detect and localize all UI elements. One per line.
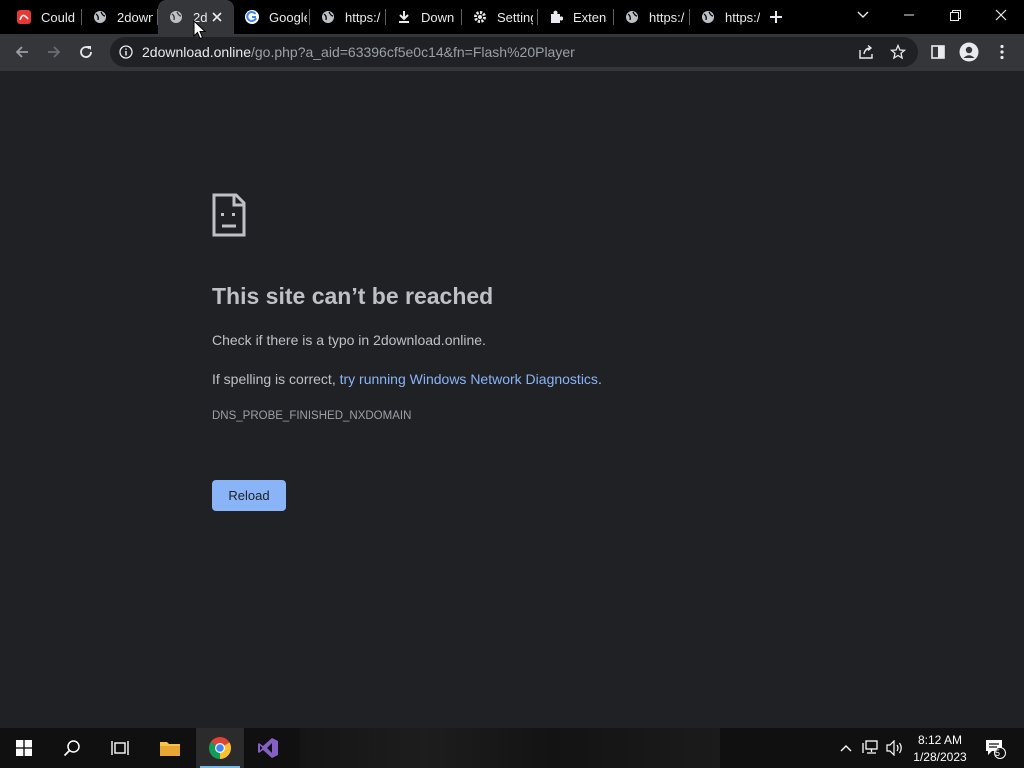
tab-label: https:/ bbox=[649, 9, 685, 25]
arrow-right-icon bbox=[48, 46, 61, 58]
tab-label: https:/ bbox=[725, 9, 760, 25]
tab-extensions[interactable]: Extens bbox=[538, 0, 614, 34]
tab-label: 2down bbox=[117, 9, 153, 25]
bookmark-star-icon[interactable] bbox=[888, 42, 908, 62]
tab-settings[interactable]: Setting bbox=[462, 0, 538, 34]
browser-toolbar: 2download.online/go.php?a_aid=63396cf5e0… bbox=[0, 34, 1024, 71]
visual-studio-button[interactable] bbox=[244, 728, 292, 768]
chevron-up-icon bbox=[840, 745, 852, 752]
folder-icon bbox=[160, 742, 180, 756]
tab-label: Downl bbox=[421, 9, 455, 25]
plus-icon bbox=[770, 11, 782, 23]
tab-google[interactable]: Google bbox=[234, 0, 310, 34]
hint-suffix: . bbox=[597, 371, 602, 387]
tab-label: Google bbox=[269, 9, 307, 25]
taskbar-app-area bbox=[300, 728, 720, 768]
download-icon bbox=[396, 9, 412, 25]
chrome-taskbar-button[interactable] bbox=[196, 728, 244, 768]
tab-strip: Couldn 2down 2d Google https:/ Downl bbox=[0, 0, 1024, 34]
clock-date: 1/28/2023 bbox=[913, 749, 967, 764]
file-explorer-button[interactable] bbox=[146, 728, 194, 768]
restore-button[interactable] bbox=[932, 0, 978, 30]
network-icon bbox=[862, 740, 878, 754]
kebab-menu-icon bbox=[1000, 44, 1004, 60]
task-view-button[interactable] bbox=[96, 728, 144, 768]
minimize-button[interactable] bbox=[886, 0, 932, 30]
hint-prefix: If spelling is correct, bbox=[212, 371, 340, 387]
tab-couldnt[interactable]: Couldn bbox=[6, 0, 82, 34]
url-path: /go.php?a_aid=63396cf5e0c14&fn=Flash%20P… bbox=[250, 44, 575, 60]
task-view-icon bbox=[111, 741, 129, 755]
search-button[interactable] bbox=[48, 728, 96, 768]
puzzle-icon bbox=[548, 9, 564, 25]
chevron-down-icon bbox=[857, 11, 869, 18]
windows-logo-icon bbox=[16, 740, 32, 756]
google-icon bbox=[244, 9, 260, 25]
minimize-icon bbox=[904, 14, 914, 16]
error-title: This site can’t be reached bbox=[212, 283, 494, 309]
error-typo-hint: Check if there is a typo in 2download.on… bbox=[212, 332, 486, 348]
network-button[interactable] bbox=[860, 728, 882, 768]
error-code: DNS_PROBE_FINISHED_NXDOMAIN bbox=[212, 410, 412, 422]
url-text: 2download.online/go.php?a_aid=63396cf5e0… bbox=[142, 44, 575, 60]
notification-count: 5 bbox=[995, 748, 1001, 758]
tab-label: Couldn bbox=[41, 9, 75, 25]
restore-icon bbox=[949, 9, 961, 21]
tab-downloads[interactable]: Downl bbox=[386, 0, 462, 34]
reload-toolbar-button[interactable] bbox=[72, 38, 100, 66]
globe-icon bbox=[700, 9, 716, 25]
show-hidden-icons-button[interactable] bbox=[836, 728, 856, 768]
tab-label: https:/ bbox=[345, 9, 381, 25]
pdf-icon bbox=[16, 9, 32, 25]
tab-https-1[interactable]: https:/ bbox=[310, 0, 386, 34]
action-center-button[interactable]: 5 bbox=[980, 728, 1010, 768]
error-page: This site can’t be reached Check if ther… bbox=[0, 71, 1024, 727]
info-icon[interactable] bbox=[118, 44, 134, 60]
mouse-cursor-icon bbox=[193, 20, 207, 40]
profile-icon bbox=[959, 42, 979, 62]
visual-studio-icon bbox=[258, 738, 278, 758]
globe-icon bbox=[624, 9, 640, 25]
reload-icon bbox=[80, 46, 92, 58]
error-diagnostics-hint: If spelling is correct, try running Wind… bbox=[212, 371, 602, 387]
reload-button[interactable]: Reload bbox=[212, 480, 286, 511]
tab-https-2[interactable]: https:/ bbox=[614, 0, 690, 34]
chrome-icon bbox=[209, 737, 231, 759]
menu-button[interactable] bbox=[988, 38, 1016, 66]
globe-icon bbox=[168, 9, 184, 25]
side-panel-icon bbox=[931, 45, 945, 59]
start-button[interactable] bbox=[0, 728, 48, 768]
close-window-button[interactable] bbox=[978, 0, 1024, 30]
sad-document-icon bbox=[212, 193, 246, 237]
windows-taskbar: 8:12 AM 1/28/2023 5 bbox=[0, 728, 1024, 768]
address-bar[interactable]: 2download.online/go.php?a_aid=63396cf5e0… bbox=[110, 37, 918, 67]
globe-icon bbox=[320, 9, 336, 25]
new-tab-button[interactable] bbox=[766, 7, 786, 27]
system-clock[interactable]: 8:12 AM 1/28/2023 bbox=[900, 728, 980, 768]
close-icon[interactable] bbox=[209, 9, 225, 25]
tab-label: Setting bbox=[497, 9, 533, 25]
share-icon[interactable] bbox=[856, 42, 876, 62]
arrow-left-icon bbox=[15, 46, 28, 58]
url-host: 2download.online bbox=[142, 44, 251, 60]
forward-button[interactable] bbox=[40, 38, 68, 66]
search-icon bbox=[63, 740, 80, 757]
tab-label: Extens bbox=[573, 9, 607, 25]
diagnostics-link[interactable]: try running Windows Network Diagnostics bbox=[340, 371, 598, 387]
tab-https-3[interactable]: https:/ bbox=[690, 0, 760, 34]
close-icon bbox=[995, 9, 1007, 21]
clock-time: 8:12 AM bbox=[917, 732, 963, 747]
globe-icon bbox=[92, 9, 108, 25]
side-panel-button[interactable] bbox=[924, 38, 952, 66]
tab-search-button[interactable] bbox=[840, 0, 886, 30]
profile-button[interactable] bbox=[955, 38, 983, 66]
tab-2download[interactable]: 2down bbox=[82, 0, 158, 34]
gear-icon bbox=[472, 9, 488, 25]
back-button[interactable] bbox=[8, 38, 36, 66]
